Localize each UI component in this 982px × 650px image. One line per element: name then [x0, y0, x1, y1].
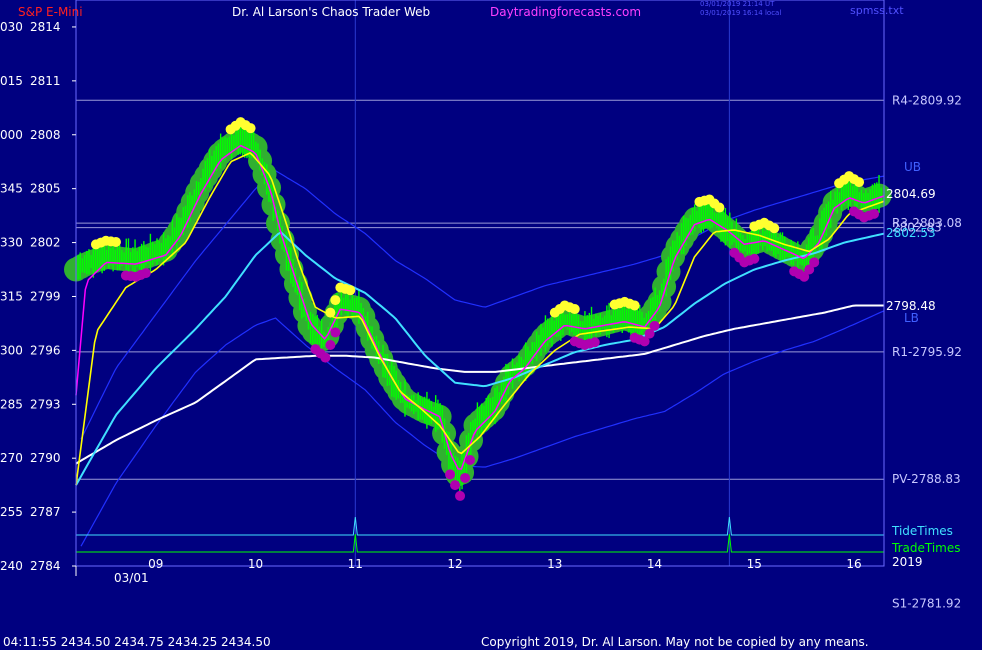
low-dot [589, 337, 600, 348]
low-dot [330, 327, 341, 338]
y-tick-right: 2796 [30, 343, 61, 357]
y-tick-right: 2805 [30, 182, 61, 196]
x-tick-label: 16 [846, 557, 861, 571]
band-label: UB [904, 160, 921, 174]
date-label: 03/01 [114, 571, 149, 585]
last-value-label: 2804.69 [886, 187, 936, 201]
level-label: R4-2809.92 [892, 93, 962, 107]
copyright-notice: Copyright 2019, Dr. Al Larson. May not b… [481, 635, 869, 649]
y-tick-right: 2808 [30, 128, 61, 142]
high-dot [769, 223, 780, 234]
low-dot [749, 253, 760, 264]
high-dot [325, 307, 336, 318]
high-dot [714, 202, 725, 213]
level-label: R1-2795.92 [892, 345, 962, 359]
data-file-name: spmss.txt [850, 4, 904, 17]
y-tick-left: 255 [0, 505, 23, 519]
low-dot [649, 320, 660, 331]
level-label: S1-2781.92 [892, 596, 961, 610]
x-tick-label: 11 [348, 557, 363, 571]
low-dot [869, 208, 880, 219]
symbol-title: S&P E-Mini [18, 5, 83, 19]
y-tick-left: 015 [0, 74, 23, 88]
low-dot [450, 480, 461, 491]
low-dot [465, 454, 476, 465]
y-tick-left: 030 [0, 20, 23, 34]
chaos-trader-chart: R4-2809.92R3-2803.082802.83R1-2795.92PV-… [0, 0, 982, 650]
y-tick-left: 240 [0, 559, 23, 573]
y-tick-right: 2784 [30, 559, 61, 573]
y-tick-left: 345 [0, 182, 23, 196]
high-dot [330, 295, 341, 306]
y-tick-right: 2814 [30, 20, 61, 34]
y-tick-left: 270 [0, 451, 23, 465]
year-label: 2019 [892, 555, 923, 569]
high-dot [245, 123, 256, 134]
app-title: Dr. Al Larson's Chaos Trader Web [232, 5, 431, 19]
high-dot [854, 177, 865, 188]
low-dot [809, 257, 820, 268]
high-dot [110, 236, 121, 247]
low-dot [460, 472, 471, 483]
x-tick-label: 15 [747, 557, 762, 571]
low-dot [455, 490, 466, 501]
high-dot [569, 304, 580, 315]
high-dot [629, 300, 640, 311]
low-dot [325, 339, 336, 350]
last-value-label: 2802.53 [886, 226, 936, 240]
y-tick-left: 000 [0, 128, 23, 142]
x-tick-label: 09 [148, 557, 163, 571]
timing-label: TideTimes [891, 524, 953, 538]
y-tick-right: 2790 [30, 451, 61, 465]
band-label: LB [904, 311, 919, 325]
y-tick-right: 2802 [30, 236, 61, 250]
high-dot [345, 285, 356, 296]
x-tick-label: 13 [547, 557, 562, 571]
timestamp-ut: 03/01/2019 21:14 UT [700, 0, 775, 8]
y-tick-right: 2799 [30, 289, 61, 303]
low-dot [320, 352, 331, 363]
quote-readout: 04:11:55 2434.50 2434.75 2434.25 2434.50 [3, 635, 271, 649]
y-tick-left: 285 [0, 397, 23, 411]
x-tick-label: 10 [248, 557, 263, 571]
x-tick-label: 12 [447, 557, 462, 571]
timestamp-local: 03/01/2019 16:14 local [700, 9, 782, 17]
low-dot [140, 268, 151, 279]
x-tick-label: 14 [647, 557, 662, 571]
low-dot [445, 469, 456, 480]
y-tick-left: 330 [0, 236, 23, 250]
y-tick-left: 315 [0, 289, 23, 303]
timing-label: TradeTimes [891, 541, 960, 555]
last-value-label: 2798.48 [886, 299, 936, 313]
level-label: PV-2788.83 [892, 472, 961, 486]
y-tick-left: 300 [0, 343, 23, 357]
site-link[interactable]: Daytradingforecasts.com [490, 5, 641, 19]
y-tick-right: 2787 [30, 505, 61, 519]
y-tick-right: 2811 [30, 74, 61, 88]
y-tick-right: 2793 [30, 397, 61, 411]
